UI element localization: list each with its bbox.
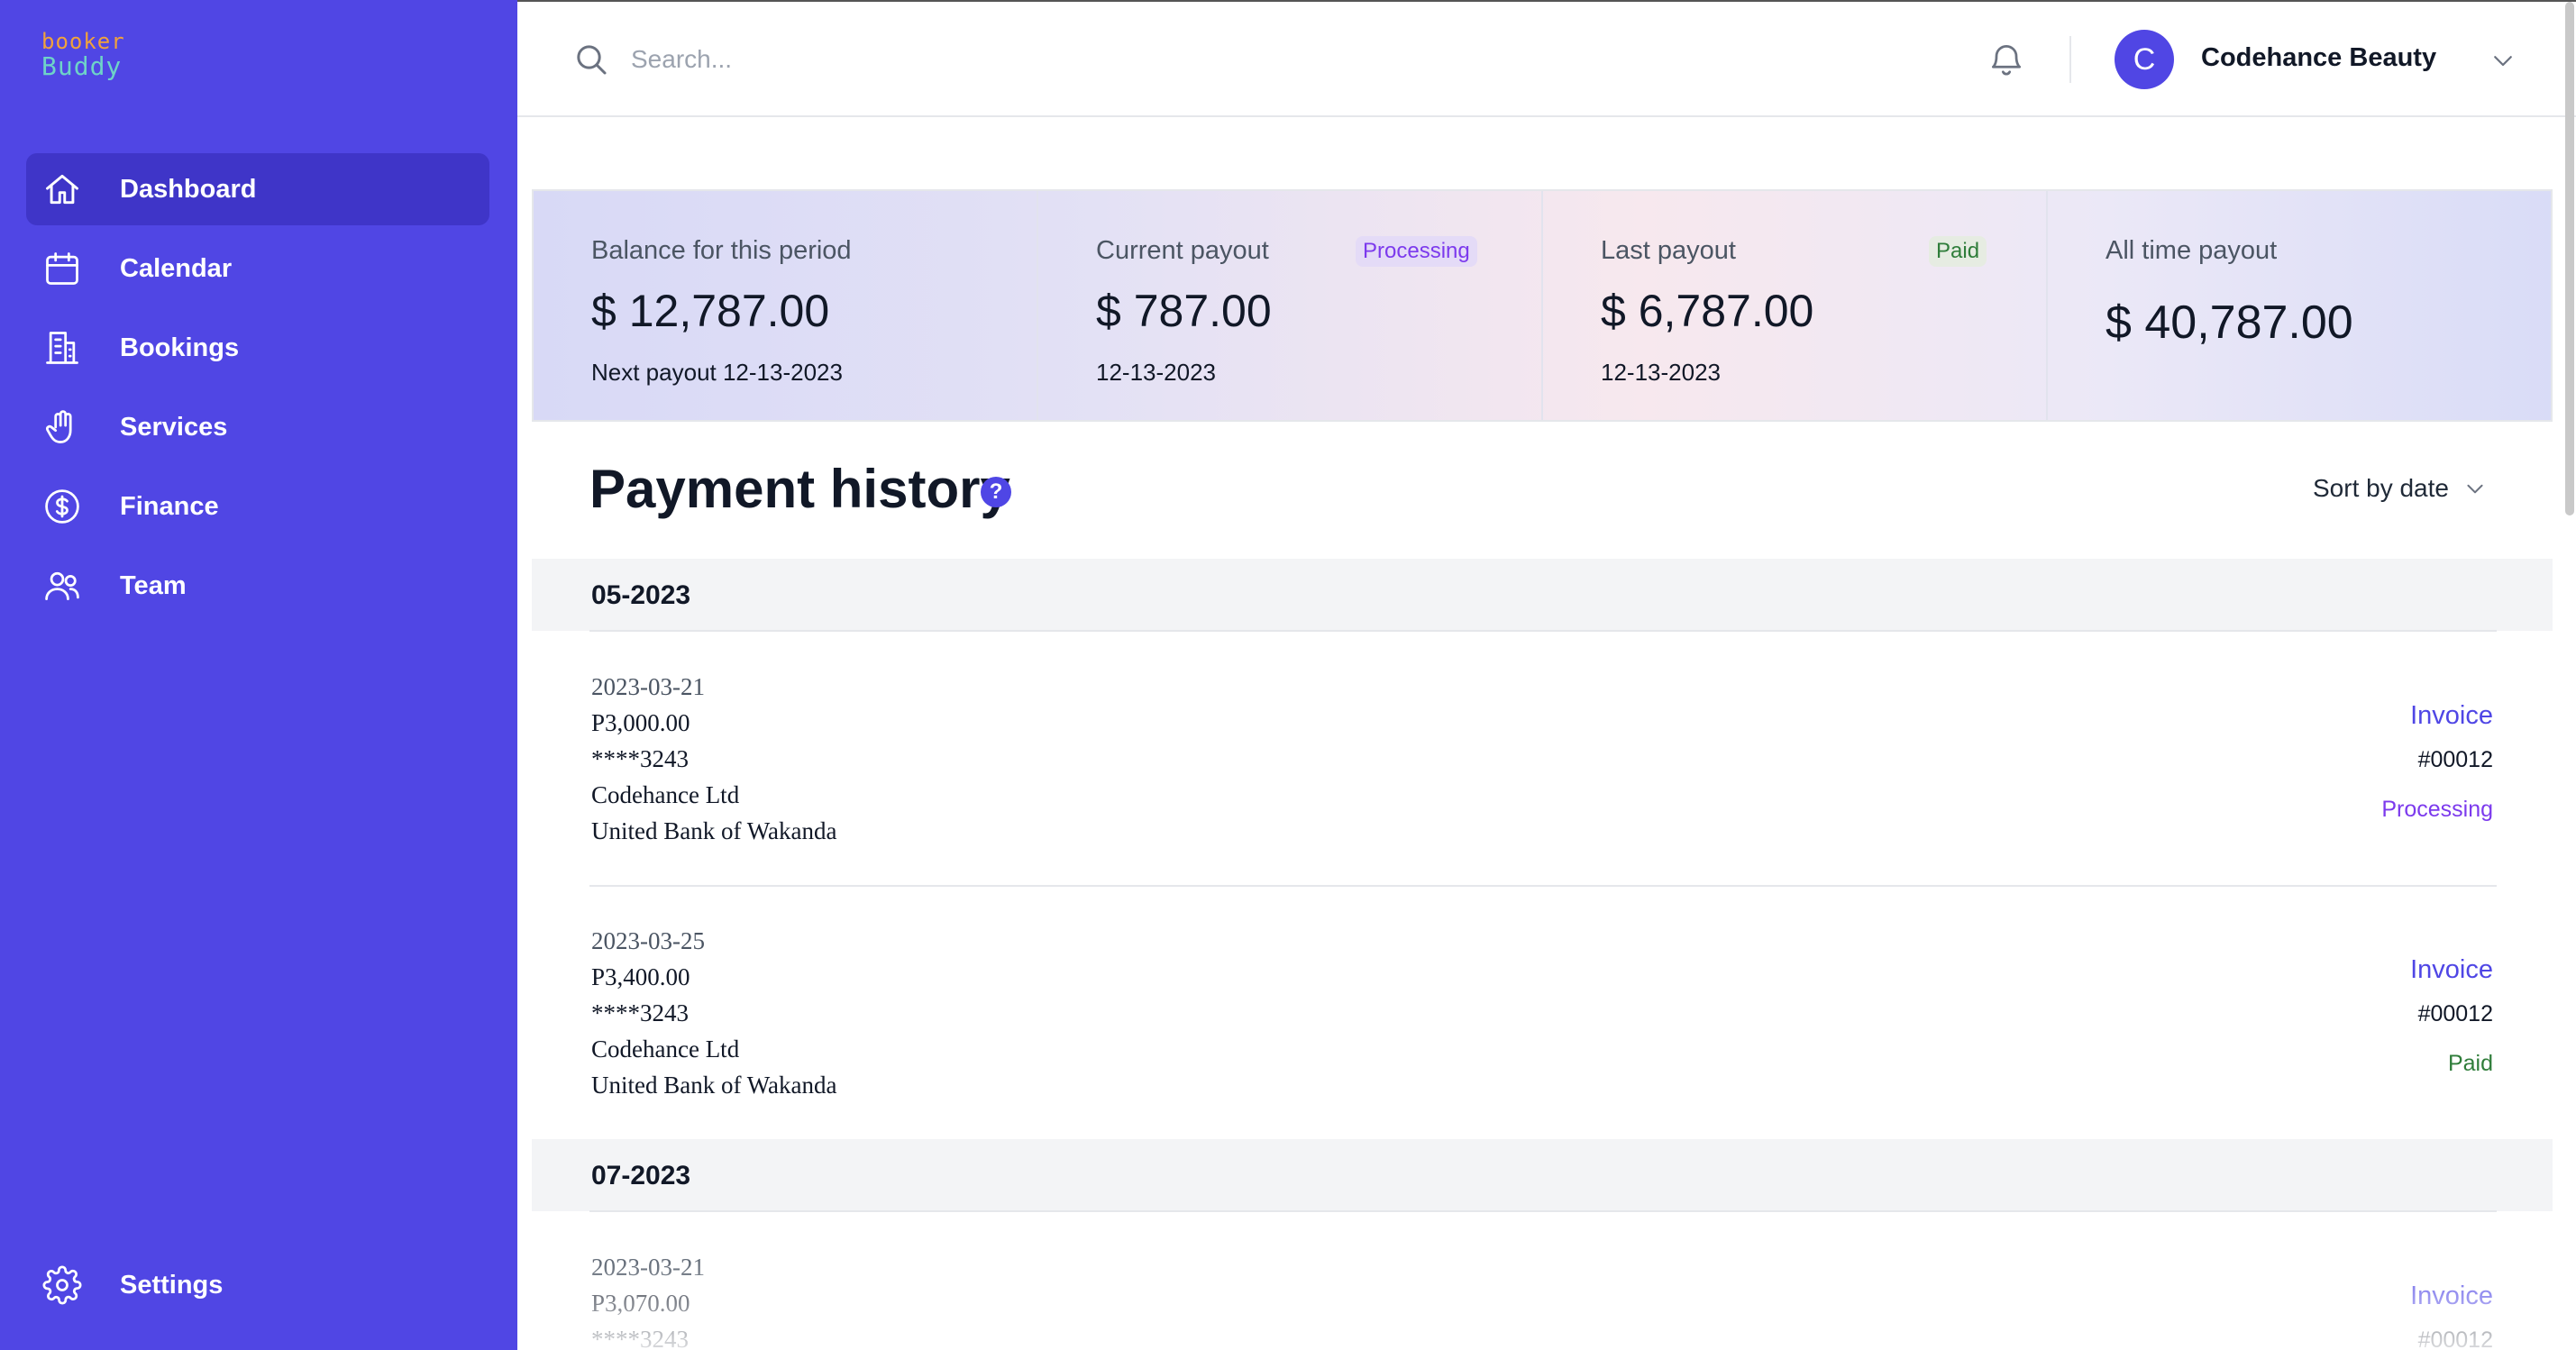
payment-details: 2023-03-21 P3,070.00 ****3243 (591, 1249, 705, 1350)
sidebar-item-label: Team (120, 570, 187, 600)
payment-details: 2023-03-21 P3,000.00 ****3243 Codehance … (591, 669, 837, 849)
top-bar: C Codehance Beauty (517, 0, 2576, 117)
page-title: Payment history (589, 459, 1010, 519)
building-icon (46, 332, 78, 364)
sidebar-item-team[interactable]: Team (26, 550, 489, 622)
stat-title: Last payout (1601, 236, 1736, 265)
sidebar-item-dashboard[interactable]: Dashboard (26, 153, 489, 225)
help-icon[interactable]: ? (981, 477, 1011, 507)
payment-bank: United Bank of Wakanda (591, 1072, 837, 1099)
scrollbar[interactable] (2565, 2, 2574, 515)
stat-amount: $ 12,787.00 (591, 286, 830, 336)
dollar-circle-icon (45, 489, 79, 524)
sidebar-settings: Settings (26, 1249, 489, 1328)
payment-company: Codehance Ltd (591, 781, 740, 808)
payment-amount: P3,400.00 (591, 963, 690, 990)
invoice-number: #00012 (2417, 1001, 2493, 1026)
chevron-down-icon (2467, 484, 2483, 494)
chevron-down-icon[interactable] (2489, 47, 2517, 74)
stat-title: Current payout (1096, 236, 1269, 265)
sidebar-nav: Dashboard Calendar Bookings Services Fin… (26, 153, 489, 629)
sidebar-item-label: Calendar (120, 253, 233, 283)
gear-icon (42, 1265, 82, 1305)
payment-details: 2023-03-25 P3,400.00 ****3243 Codehance … (591, 923, 837, 1103)
group-header: 07-2023 (532, 1139, 2553, 1211)
stat-subtext: Next payout 12-13-2023 (591, 359, 843, 386)
payment-date: 2023-03-21 (591, 673, 705, 700)
payment-status: Paid (2447, 1051, 2493, 1076)
payout-stats: Balance for this period $ 12,787.00 Next… (532, 189, 2553, 422)
payment-company: Codehance Ltd (591, 1035, 740, 1063)
header-divider (2069, 36, 2071, 83)
search-icon (577, 45, 607, 75)
search-input[interactable] (631, 34, 1442, 85)
logo-line-2: Buddy (41, 51, 123, 82)
stat-last-payout: Last payout Paid $ 6,787.00 12-13-2023 (1543, 191, 2048, 420)
stat-subtext: 12-13-2023 (1601, 359, 1721, 386)
stat-amount: $ 787.00 (1096, 286, 1272, 336)
payment-date: 2023-03-21 (591, 1254, 705, 1281)
sidebar-item-finance[interactable]: Finance (26, 470, 489, 543)
invoice-number: #00012 (2417, 747, 2493, 772)
payment-invoice: Invoice #00012 (2410, 1282, 2493, 1350)
payment-account: ****3243 (591, 1326, 689, 1350)
bell-icon[interactable] (1987, 40, 2026, 79)
sidebar-item-bookings[interactable]: Bookings (26, 312, 489, 384)
group-label: 05-2023 (591, 580, 691, 610)
invoice-number: #00012 (2417, 1327, 2493, 1350)
stat-subtext: 12-13-2023 (1096, 359, 1216, 386)
calendar-icon (46, 252, 78, 285)
stat-amount: $ 6,787.00 (1601, 286, 1814, 336)
sidebar-item-label: Services (120, 412, 228, 442)
sidebar-item-calendar[interactable]: Calendar (26, 233, 489, 305)
stat-title: All time payout (2106, 236, 2278, 265)
sidebar: booker Buddy Dashboard Calendar Bookings (0, 0, 517, 1350)
stat-current-payout: Current payout Processing $ 787.00 12-13… (1038, 191, 1543, 420)
payment-account: ****3243 (591, 999, 689, 1026)
sidebar-item-label: Finance (120, 491, 219, 521)
home-icon (46, 174, 78, 205)
stat-title: Balance for this period (591, 236, 852, 265)
avatar[interactable]: C (2115, 30, 2174, 89)
payment-date: 2023-03-25 (591, 927, 705, 954)
sidebar-item-label: Bookings (120, 333, 240, 362)
status-badge: Paid (1929, 236, 1987, 267)
payment-status: Processing (2381, 797, 2493, 822)
divider (589, 1210, 2497, 1212)
divider (589, 885, 2497, 887)
logo-line-1: booker (41, 29, 125, 54)
app-logo[interactable]: booker Buddy (41, 29, 125, 82)
users-icon (45, 571, 79, 601)
sort-label: Sort by date (2313, 474, 2449, 502)
stat-amount: $ 40,787.00 (2106, 296, 2353, 349)
sidebar-item-label: Dashboard (120, 174, 257, 204)
group-header: 05-2023 (532, 559, 2553, 631)
invoice-link[interactable]: Invoice (2410, 955, 2493, 985)
payment-account: ****3243 (591, 745, 689, 772)
sidebar-item-label: Settings (120, 1270, 224, 1300)
sidebar-item-services[interactable]: Services (26, 391, 489, 463)
payment-invoice: Invoice #00012 Processing (2381, 701, 2493, 823)
scroll-fade (517, 1244, 2576, 1350)
group-label: 07-2023 (591, 1161, 691, 1190)
sort-dropdown[interactable]: Sort by date (2313, 474, 2487, 503)
invoice-link[interactable]: Invoice (2381, 701, 2493, 731)
payment-amount: P3,070.00 (591, 1290, 690, 1317)
payment-bank: United Bank of Wakanda (591, 817, 837, 844)
status-badge: Processing (1356, 236, 1477, 267)
payment-invoice: Invoice #00012 Paid (2410, 955, 2493, 1077)
payment-amount: P3,000.00 (591, 709, 690, 736)
stat-all-time-payout: All time payout $ 40,787.00 (2048, 191, 2551, 420)
user-name[interactable]: Codehance Beauty (2201, 43, 2436, 73)
sidebar-item-settings[interactable]: Settings (26, 1249, 489, 1321)
divider (589, 630, 2497, 632)
stat-balance: Balance for this period $ 12,787.00 Next… (534, 191, 1038, 420)
hand-icon (46, 410, 72, 443)
invoice-link[interactable]: Invoice (2410, 1282, 2493, 1311)
